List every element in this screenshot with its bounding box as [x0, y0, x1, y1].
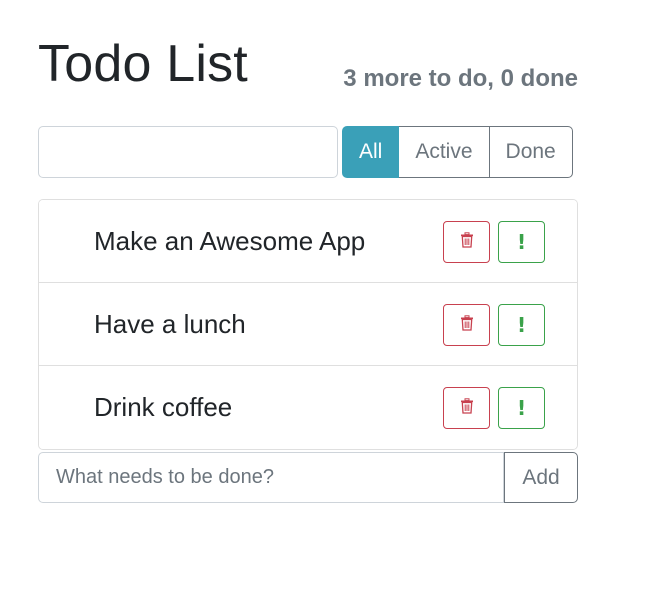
- add-button[interactable]: Add: [504, 452, 578, 503]
- exclamation-icon: !: [516, 313, 527, 337]
- app-header: Todo List 3 more to do, 0 done: [38, 30, 578, 100]
- exclamation-icon: !: [516, 230, 527, 254]
- filter-all-button[interactable]: All: [342, 126, 400, 178]
- filter-panel: All Active Done: [38, 126, 578, 178]
- exclamation-icon: !: [516, 396, 527, 420]
- todo-summary: 3 more to do, 0 done: [343, 65, 578, 92]
- todo-item-label[interactable]: Drink coffee: [94, 366, 232, 449]
- add-item-form: Add: [38, 452, 578, 503]
- todo-item[interactable]: Have a lunch !: [39, 283, 577, 366]
- mark-important-button[interactable]: !: [498, 387, 545, 429]
- todo-item[interactable]: Make an Awesome App !: [39, 200, 577, 283]
- todo-item-label[interactable]: Have a lunch: [94, 283, 246, 366]
- search-input[interactable]: [38, 126, 338, 178]
- mark-important-button[interactable]: !: [498, 221, 545, 263]
- filter-active-button[interactable]: Active: [398, 126, 490, 178]
- delete-button[interactable]: [443, 387, 490, 429]
- trash-icon: [460, 231, 474, 253]
- trash-icon: [460, 314, 474, 336]
- trash-icon: [460, 397, 474, 419]
- todo-item[interactable]: Drink coffee !: [39, 366, 577, 449]
- todo-item-label[interactable]: Make an Awesome App: [94, 200, 365, 283]
- mark-important-button[interactable]: !: [498, 304, 545, 346]
- filter-done-button[interactable]: Done: [488, 126, 573, 178]
- page-title: Todo List: [38, 35, 248, 93]
- delete-button[interactable]: [443, 304, 490, 346]
- todo-app: Todo List 3 more to do, 0 done All Activ…: [0, 0, 650, 616]
- delete-button[interactable]: [443, 221, 490, 263]
- new-todo-input[interactable]: [38, 452, 504, 503]
- todo-list: Make an Awesome App ! Have a lunch ! Dri…: [38, 199, 578, 450]
- filter-button-group: All Active Done: [342, 126, 573, 178]
